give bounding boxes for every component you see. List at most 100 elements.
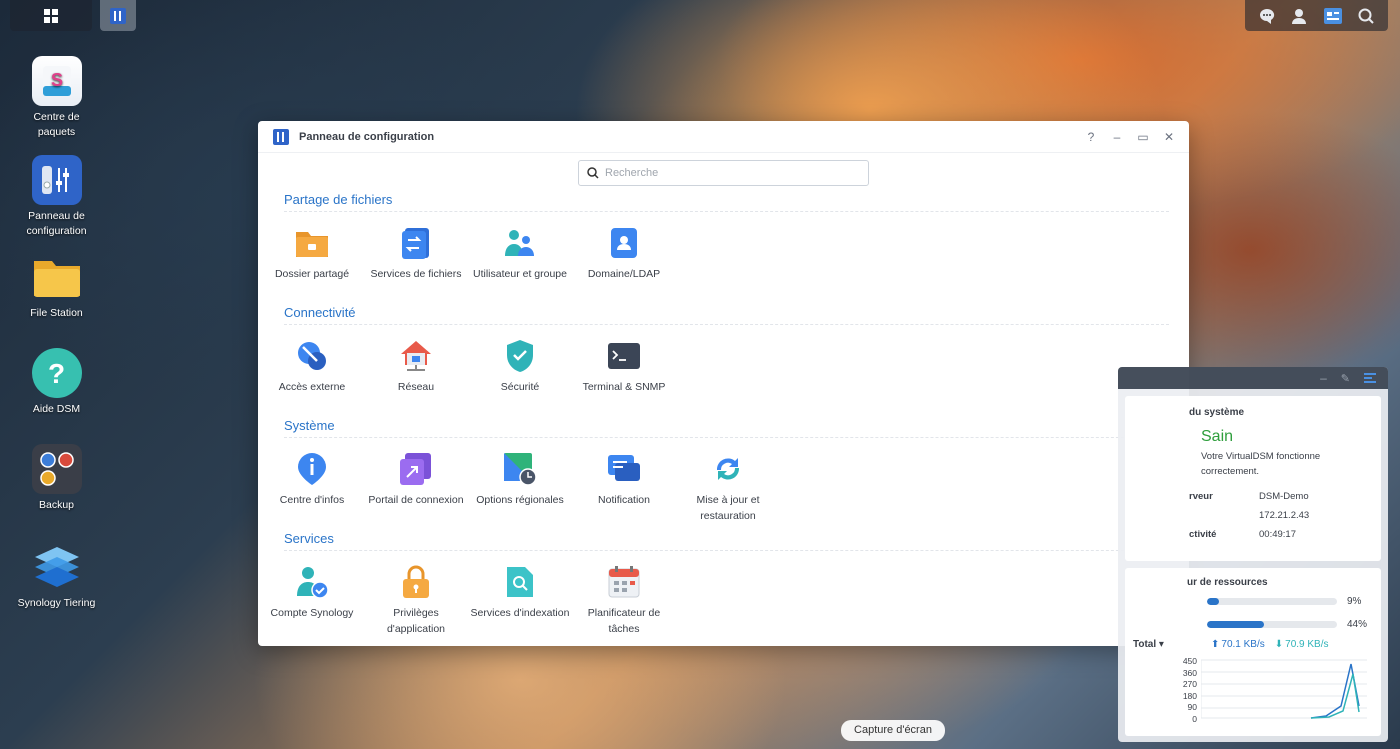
help-button[interactable]: ? bbox=[1085, 130, 1097, 144]
search-icon bbox=[587, 167, 599, 179]
svg-text:S: S bbox=[50, 70, 62, 90]
item-task-scheduler[interactable]: Planificateur de tâches bbox=[572, 551, 676, 637]
file-services-icon bbox=[399, 226, 433, 260]
y-tick: 450 bbox=[1182, 656, 1197, 666]
user-icon[interactable] bbox=[1290, 7, 1308, 25]
desktop-label: Panneau de configuration bbox=[26, 210, 87, 237]
desktop-help[interactable]: ? Aide DSM bbox=[0, 348, 113, 417]
desktop-file-station[interactable]: File Station bbox=[0, 252, 113, 321]
section-system: Système Centre d'infos Portail de connex… bbox=[280, 418, 1169, 524]
file-station-icon bbox=[32, 252, 82, 302]
item-synology-account[interactable]: Compte Synology bbox=[260, 551, 364, 637]
item-info-center[interactable]: Centre d'infos bbox=[260, 438, 364, 524]
section-title: Système bbox=[284, 418, 1169, 438]
y-tick: 90 bbox=[1187, 702, 1197, 712]
download-arrow-icon: ⬇ bbox=[1274, 639, 1284, 650]
y-tick: 360 bbox=[1182, 667, 1197, 678]
item-login-portal[interactable]: Portail de connexion bbox=[364, 438, 468, 524]
taskbar-control-panel-button[interactable] bbox=[100, 0, 136, 31]
item-label: Réseau bbox=[397, 381, 435, 393]
item-app-privileges[interactable]: Privilèges d'application bbox=[364, 551, 468, 637]
external-access-icon bbox=[295, 339, 329, 373]
section-file-sharing: Partage de fichiers Dossier partagé Serv… bbox=[275, 192, 1169, 282]
item-regional-options[interactable]: Options régionales bbox=[468, 438, 572, 524]
cpu-bar bbox=[1207, 598, 1337, 605]
desktop-label: File Station bbox=[30, 307, 83, 319]
item-label: Portail de connexion bbox=[368, 494, 464, 506]
window-title: Panneau de configuration bbox=[299, 130, 435, 143]
control-panel-icon bbox=[273, 128, 289, 145]
upload-arrow-icon: ⬆ bbox=[1211, 639, 1220, 650]
widget-title: du système bbox=[1189, 407, 1245, 418]
item-label: Planificateur de tâches bbox=[587, 607, 661, 635]
task-scheduler-icon bbox=[607, 565, 641, 599]
item-label: Options régionales bbox=[476, 494, 564, 506]
desktop-label: Centre de paquets bbox=[33, 111, 80, 138]
item-indexing-service[interactable]: Services d'indexation bbox=[468, 551, 572, 637]
widget-header: – ✎ bbox=[1118, 367, 1388, 389]
pin-icon[interactable]: ✎ bbox=[1341, 372, 1350, 385]
item-label: Notification bbox=[598, 494, 650, 506]
close-button[interactable]: ✕ bbox=[1163, 130, 1175, 144]
item-label: Utilisateur et groupe bbox=[473, 268, 567, 280]
desktop-control-panel[interactable]: Panneau de configuration bbox=[0, 155, 113, 239]
item-domain-ldap[interactable]: Domaine/LDAP bbox=[572, 212, 676, 282]
tiering-icon bbox=[32, 542, 82, 592]
item-terminal-snmp[interactable]: Terminal & SNMP bbox=[572, 325, 676, 395]
main-menu-button[interactable] bbox=[10, 0, 92, 31]
chat-icon[interactable] bbox=[1258, 7, 1276, 25]
section-title: Connectivité bbox=[284, 305, 1169, 325]
item-user-group[interactable]: Utilisateur et groupe bbox=[468, 212, 572, 282]
window-titlebar[interactable]: Panneau de configuration ? – ▭ ✕ bbox=[258, 121, 1189, 153]
item-external-access[interactable]: Accès externe bbox=[260, 325, 364, 395]
desktop-tiering[interactable]: Synology Tiering bbox=[0, 542, 113, 611]
widget-panel: – ✎ du système Sain Votre VirtualDSM fon… bbox=[1118, 367, 1388, 742]
screenshot-tooltip: Capture d'écran bbox=[841, 720, 945, 741]
item-label: Dossier partagé bbox=[274, 268, 350, 280]
item-label: Compte Synology bbox=[270, 607, 354, 619]
item-network[interactable]: Réseau bbox=[364, 325, 468, 395]
section-title: Partage de fichiers bbox=[284, 192, 1169, 212]
network-icon bbox=[399, 339, 433, 373]
item-file-services[interactable]: Services de fichiers bbox=[364, 212, 468, 282]
system-status-desc: Votre VirtualDSM fonctionne correctement… bbox=[1201, 451, 1321, 477]
item-label: Terminal & SNMP bbox=[582, 381, 666, 393]
login-portal-icon bbox=[399, 452, 433, 486]
cpu-bar-fill bbox=[1207, 598, 1219, 605]
item-update-restore[interactable]: Mise à jour et restauration bbox=[676, 438, 780, 524]
widgets-icon[interactable] bbox=[1323, 7, 1343, 25]
network-chart bbox=[1201, 659, 1367, 719]
y-tick: 270 bbox=[1182, 679, 1197, 689]
server-name: DSM-Demo bbox=[1259, 491, 1309, 502]
upload-speed: 70.1 KB/s bbox=[1221, 639, 1265, 650]
item-label: Sécurité bbox=[500, 381, 540, 393]
section-title: Services bbox=[284, 531, 1169, 551]
system-health-widget: du système Sain Votre VirtualDSM fonctio… bbox=[1125, 396, 1381, 561]
control-panel-icon bbox=[110, 7, 126, 24]
search-icon[interactable] bbox=[1357, 7, 1375, 25]
item-label: Centre d'infos bbox=[279, 494, 345, 506]
ram-percent: 44% bbox=[1347, 619, 1368, 630]
notification-icon bbox=[607, 452, 641, 486]
regional-options-icon bbox=[503, 452, 537, 486]
item-security[interactable]: Sécurité bbox=[468, 325, 572, 395]
grid-icon bbox=[44, 8, 58, 23]
desktop-package-center[interactable]: S Centre de paquets bbox=[0, 56, 113, 140]
minimize-button[interactable]: – bbox=[1111, 130, 1123, 144]
search-placeholder: Recherche bbox=[605, 167, 659, 179]
total-dropdown[interactable]: Total ▾ bbox=[1133, 639, 1211, 650]
desktop-backup[interactable]: Backup bbox=[0, 444, 113, 513]
taskbar-right bbox=[1245, 0, 1388, 31]
item-notification[interactable]: Notification bbox=[572, 438, 676, 524]
maximize-button[interactable]: ▭ bbox=[1137, 130, 1149, 144]
search-input[interactable]: Recherche bbox=[578, 160, 869, 186]
ip-address: 172.21.2.43 bbox=[1259, 510, 1310, 521]
item-shared-folder[interactable]: Dossier partagé bbox=[260, 212, 364, 282]
desktop-label: Synology Tiering bbox=[17, 597, 96, 609]
help-icon: ? bbox=[31, 348, 82, 398]
widget-settings-icon[interactable] bbox=[1364, 372, 1376, 384]
app-privileges-icon bbox=[399, 565, 433, 599]
minimize-icon[interactable]: – bbox=[1320, 371, 1327, 385]
uptime-label: ctivité bbox=[1189, 529, 1217, 540]
security-shield-icon bbox=[503, 339, 537, 373]
